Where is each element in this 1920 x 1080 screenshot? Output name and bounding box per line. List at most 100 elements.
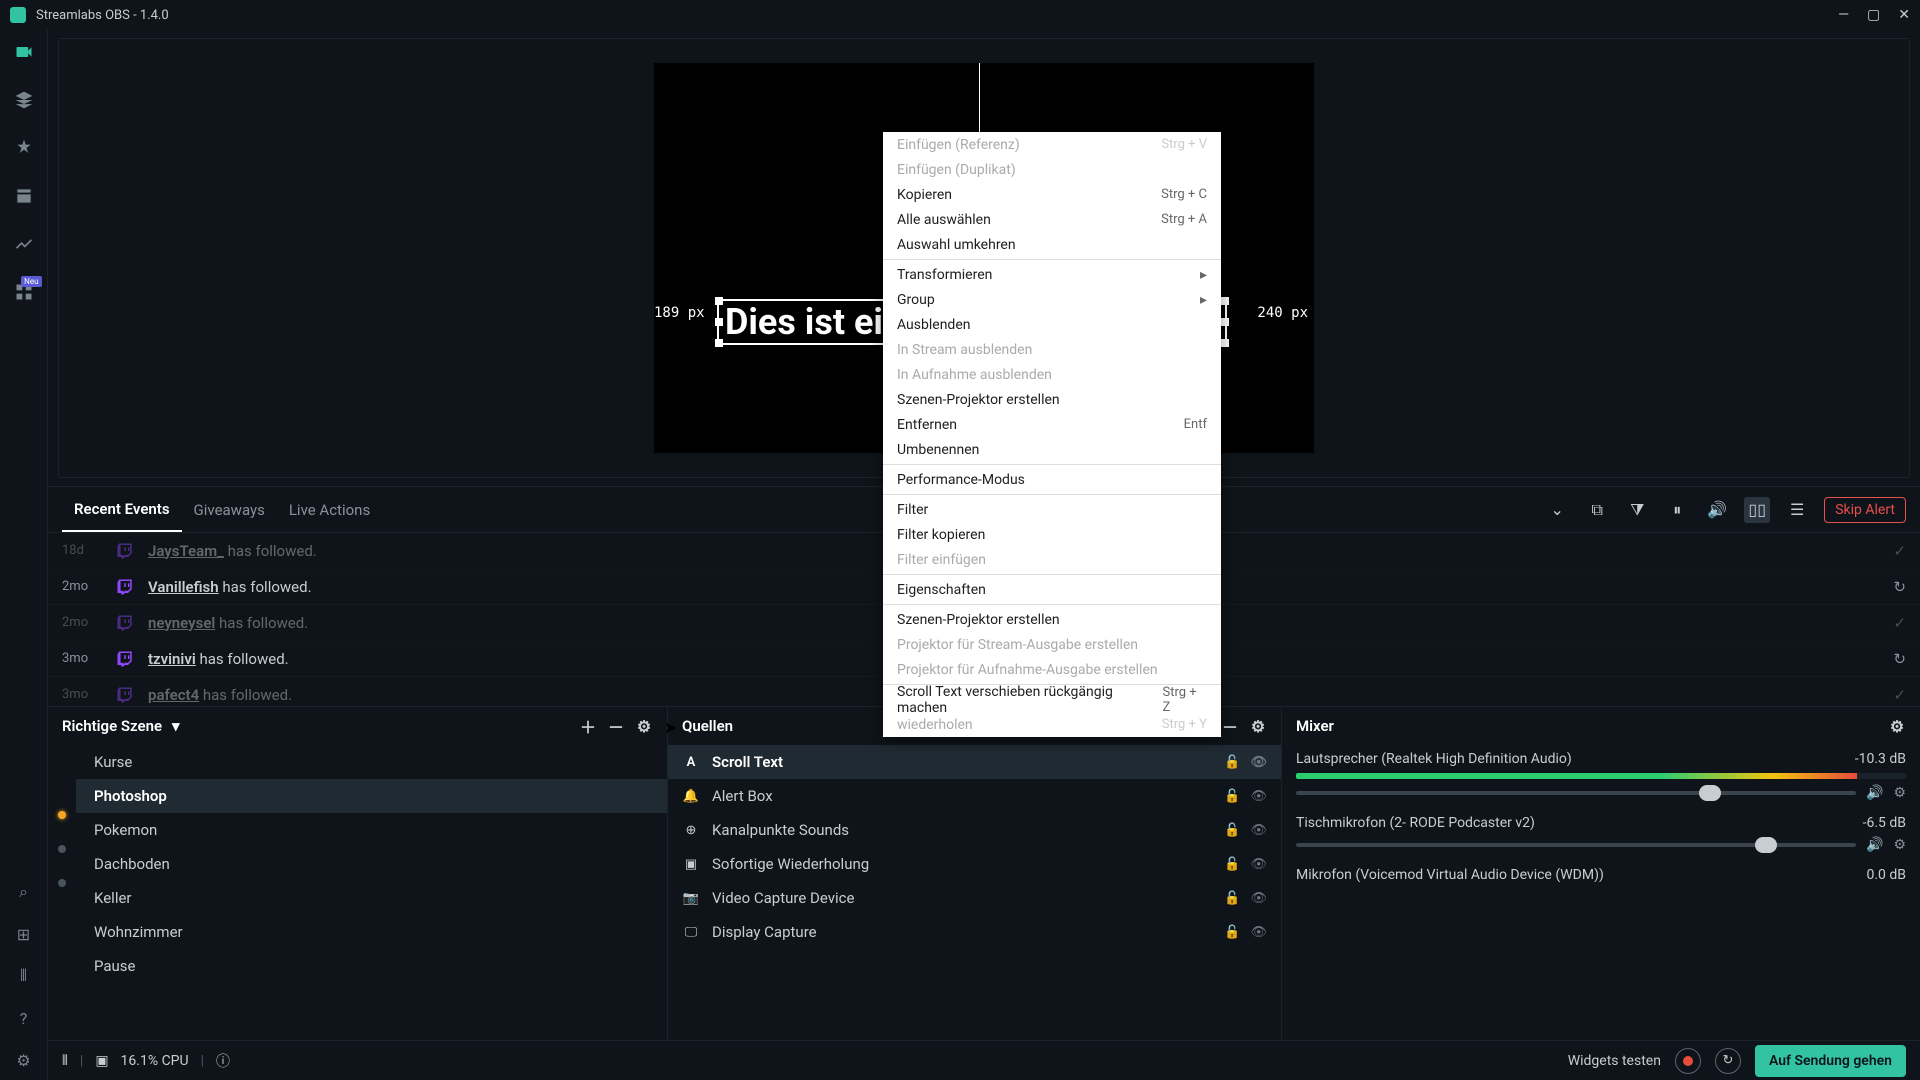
event-user[interactable]: pafect4 xyxy=(148,686,199,704)
volume-icon[interactable]: 🔊 xyxy=(1704,497,1730,523)
mute-icon[interactable]: 🔊 xyxy=(1866,785,1883,801)
source-item[interactable]: 🖵 Display Capture 🔓👁 xyxy=(668,915,1281,949)
scene-item[interactable]: Kurse xyxy=(76,745,667,779)
mixer-settings-button[interactable]: ⚙ xyxy=(1888,717,1906,735)
remove-scene-button[interactable]: － xyxy=(607,717,625,735)
grid-icon[interactable]: ⊞ xyxy=(14,924,34,944)
visibility-icon[interactable]: 👁 xyxy=(1250,823,1267,838)
visibility-icon[interactable]: 👁 xyxy=(1250,891,1267,906)
add-scene-button[interactable]: ＋ xyxy=(579,717,597,735)
gear-icon[interactable]: ⚙ xyxy=(1893,785,1906,801)
resize-handle[interactable] xyxy=(715,339,723,347)
menu-item[interactable]: KopierenStrg + C xyxy=(883,182,1221,207)
perf-icon[interactable]: ⫴ xyxy=(62,1053,68,1069)
dropdown-icon[interactable]: ▾ xyxy=(172,717,180,735)
info-icon[interactable]: ⓘ xyxy=(216,1051,230,1071)
view-split-icon[interactable]: ▯▯ xyxy=(1744,497,1770,523)
lock-icon[interactable]: 🔓 xyxy=(1224,755,1240,770)
camera-icon[interactable] xyxy=(14,42,34,62)
store-icon[interactable] xyxy=(14,186,34,206)
mute-icon[interactable]: 🔊 xyxy=(1866,837,1883,853)
menu-item[interactable]: Scroll Text verschieben rückgängig mache… xyxy=(883,687,1221,712)
menu-item[interactable]: Group▸ xyxy=(883,287,1221,312)
resize-handle[interactable] xyxy=(715,297,723,305)
scene-item[interactable]: Wohnzimmer xyxy=(76,915,667,949)
resize-handle[interactable] xyxy=(1221,339,1229,347)
event-user[interactable]: JaysTeam_ xyxy=(148,542,224,560)
refresh-button[interactable]: ↻ xyxy=(1715,1048,1741,1074)
visibility-icon[interactable]: 👁 xyxy=(1250,755,1267,770)
resize-handle[interactable] xyxy=(1221,318,1229,326)
volume-slider[interactable] xyxy=(1296,791,1856,795)
tab-live-actions[interactable]: Live Actions xyxy=(277,489,382,531)
context-menu[interactable]: Einfügen (Referenz)Strg + VEinfügen (Dup… xyxy=(883,132,1221,737)
menu-item[interactable]: Performance-Modus xyxy=(883,467,1221,492)
source-item[interactable]: ▣ Sofortige Wiederholung 🔓👁 xyxy=(668,847,1281,881)
pause-icon[interactable]: ⏸ xyxy=(1664,497,1690,523)
visibility-icon[interactable]: 👁 xyxy=(1250,857,1267,872)
refresh-icon[interactable]: ↻ xyxy=(1893,578,1906,596)
scene-settings-button[interactable]: ⚙ xyxy=(635,717,653,735)
volume-slider[interactable] xyxy=(1296,843,1856,847)
gear-icon[interactable]: ⚙ xyxy=(1893,837,1906,853)
settings-icon[interactable]: ⚙ xyxy=(14,1050,34,1070)
help-icon[interactable]: ? xyxy=(14,1008,34,1028)
event-user[interactable]: neyneysel xyxy=(148,614,215,632)
source-item[interactable]: ⊕ Kanalpunkte Sounds 🔓👁 xyxy=(668,813,1281,847)
visibility-icon[interactable]: 👁 xyxy=(1250,925,1267,940)
filter-icon[interactable]: ⧩ xyxy=(1624,497,1650,523)
resize-handle[interactable] xyxy=(715,318,723,326)
check-icon[interactable]: ✓ xyxy=(1893,542,1906,560)
lock-icon[interactable]: 🔓 xyxy=(1224,823,1240,838)
minimize-icon[interactable]: — xyxy=(1838,7,1849,23)
scene-item[interactable]: Pause xyxy=(76,949,667,983)
menu-item[interactable]: Umbenennen xyxy=(883,437,1221,462)
tab-giveaways[interactable]: Giveaways xyxy=(182,489,277,531)
menu-item[interactable]: Transformieren▸ xyxy=(883,262,1221,287)
scene-item[interactable]: Pokemon xyxy=(76,813,667,847)
check-icon[interactable]: ✓ xyxy=(1893,614,1906,632)
close-icon[interactable]: ✕ xyxy=(1898,7,1910,23)
menu-item[interactable]: Szenen-Projektor erstellen xyxy=(883,607,1221,632)
visibility-icon[interactable]: 👁 xyxy=(1250,789,1267,804)
menu-item[interactable]: Alle auswählenStrg + A xyxy=(883,207,1221,232)
source-item[interactable]: A Scroll Text 🔓👁 xyxy=(668,745,1281,779)
event-user[interactable]: tzvinivi xyxy=(148,650,196,668)
scene-item[interactable]: Photoshop xyxy=(76,779,667,813)
lock-icon[interactable]: 🔓 xyxy=(1224,891,1240,906)
resize-handle[interactable] xyxy=(1221,297,1229,305)
remove-source-button[interactable]: － xyxy=(1221,717,1239,735)
tab-recent-events[interactable]: Recent Events xyxy=(62,488,182,532)
menu-item[interactable]: Auswahl umkehren xyxy=(883,232,1221,257)
source-settings-button[interactable]: ⚙ xyxy=(1249,717,1267,735)
check-icon[interactable]: ✓ xyxy=(1893,686,1906,704)
scene-item[interactable]: Keller xyxy=(76,881,667,915)
scene-item[interactable]: Dachboden xyxy=(76,847,667,881)
plugins-icon[interactable] xyxy=(14,138,34,158)
copy-icon[interactable]: ⧉ xyxy=(1584,497,1610,523)
go-live-button[interactable]: Auf Sendung gehen xyxy=(1755,1045,1906,1077)
menu-item[interactable]: Filter kopieren xyxy=(883,522,1221,547)
lock-icon[interactable]: 🔓 xyxy=(1224,789,1240,804)
menu-item[interactable]: EntfernenEntf xyxy=(883,412,1221,437)
maximize-icon[interactable]: ▢ xyxy=(1867,7,1880,23)
refresh-icon[interactable]: ↻ xyxy=(1893,650,1906,668)
skip-alert-button[interactable]: Skip Alert xyxy=(1824,497,1906,523)
apps-icon[interactable]: Neu xyxy=(14,282,34,302)
layers-icon[interactable] xyxy=(14,90,34,110)
source-item[interactable]: 📷 Video Capture Device 🔓👁 xyxy=(668,881,1281,915)
lock-icon[interactable]: 🔓 xyxy=(1224,857,1240,872)
view-list-icon[interactable]: ☰ xyxy=(1784,497,1810,523)
search-icon[interactable]: ⌕ xyxy=(14,882,34,902)
menu-item[interactable]: Szenen-Projektor erstellen xyxy=(883,387,1221,412)
analytics-icon[interactable] xyxy=(14,234,34,254)
test-widgets-button[interactable]: Widgets testen xyxy=(1568,1053,1661,1069)
menu-item[interactable]: Ausblenden xyxy=(883,312,1221,337)
equalizer-icon[interactable]: ⫴ xyxy=(14,966,34,986)
menu-item[interactable]: Eigenschaften xyxy=(883,577,1221,602)
menu-item[interactable]: Filter xyxy=(883,497,1221,522)
chevron-down-icon[interactable]: ⌄ xyxy=(1544,497,1570,523)
record-button[interactable] xyxy=(1675,1048,1701,1074)
event-user[interactable]: Vanillefish xyxy=(148,578,219,596)
source-item[interactable]: 🔔 Alert Box 🔓👁 xyxy=(668,779,1281,813)
